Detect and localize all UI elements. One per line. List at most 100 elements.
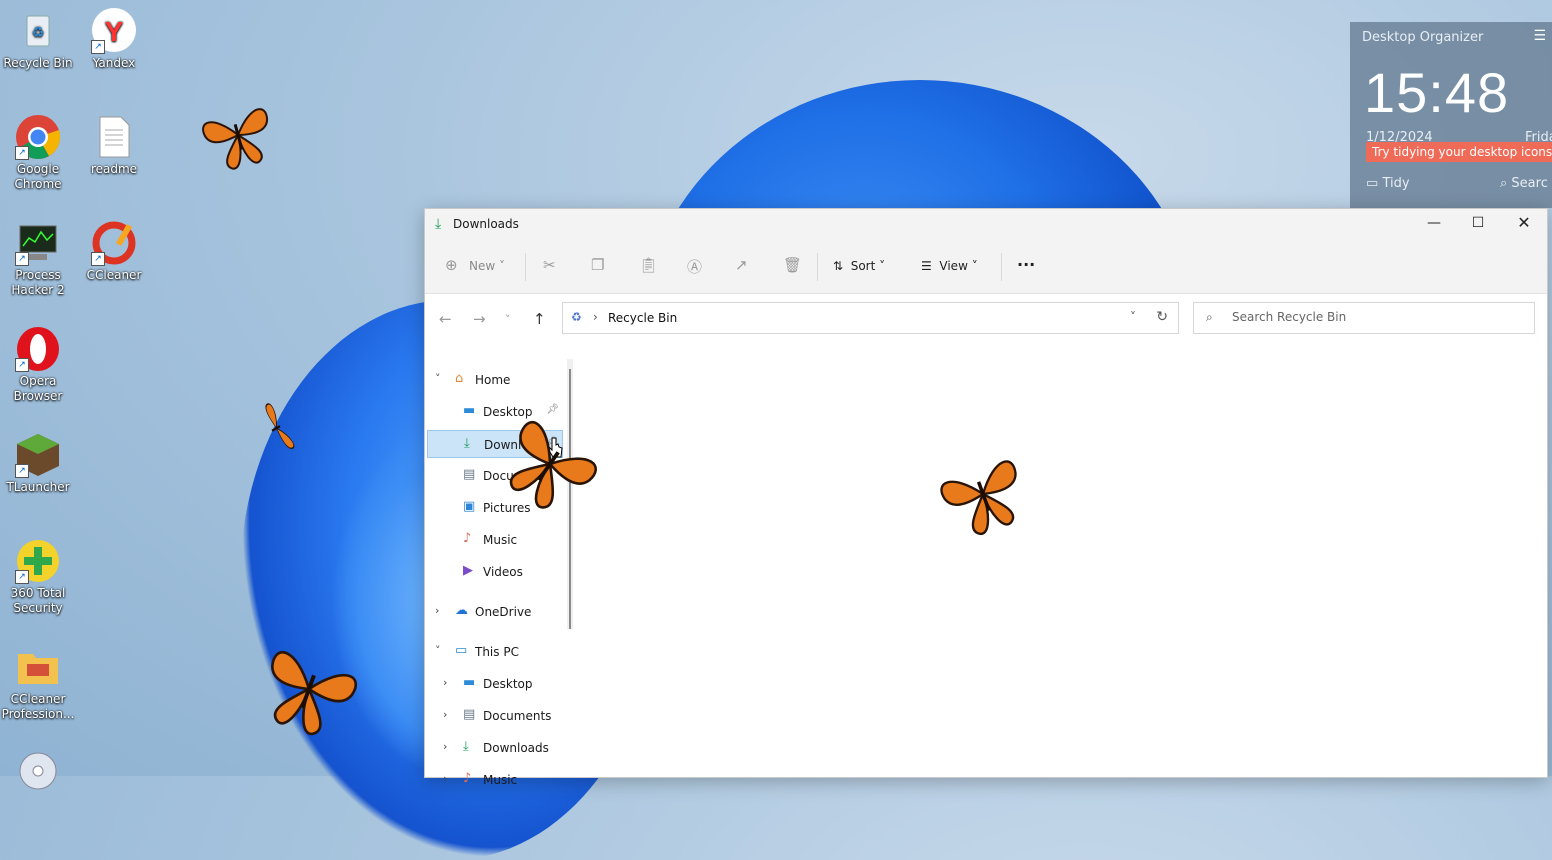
recycle-bin-icon: ♻ [571,310,582,324]
organizer-search-button[interactable]: ⌕ Searc [1500,176,1548,191]
yandex-icon: Y ↗ [91,8,137,54]
toolbar-divider [1001,253,1002,281]
close-button[interactable]: ✕ [1501,209,1547,239]
desktop-icon-ccleaner[interactable]: ↗ CCleaner [76,220,152,283]
desktop-icon-readme[interactable]: readme [76,114,152,177]
chevron-right-icon[interactable]: › [435,604,439,617]
more-options-button[interactable]: ··· [1017,255,1035,274]
butterfly-icon [940,460,1017,536]
desktop-icon-label: 360 Total Security [10,586,66,615]
desktop-icon-label: readme [90,162,138,176]
nav-item-pc-documents[interactable]: › ▤ Documents [427,702,563,730]
text-file-icon [91,114,137,160]
maximize-button[interactable]: ☐ [1455,209,1501,239]
tlauncher-icon: ↗ [15,432,61,478]
command-bar: ⊕ New ˅ ✂ ❐ 📋︎ Ⓐ ↗ 🗑︎ ⇅ Sort ˅ ☰ View ˅ … [425,239,1547,294]
ccleaner-icon: ↗ [91,220,137,266]
paste-icon[interactable]: 📋︎ [639,256,658,274]
desktop-icon-recycle-bin[interactable]: ♻ Recycle Bin [0,8,76,71]
desktop-icon-360[interactable]: ↗ 360 Total Security [0,538,76,616]
nav-item-label: Music [483,773,518,787]
search-box[interactable]: ⌕ [1193,302,1535,334]
search-input[interactable] [1230,309,1524,325]
download-icon: ⤓ [435,216,442,232]
chevron-right-icon[interactable]: › [443,676,447,689]
svg-text:Y: Y [105,16,124,47]
nav-item-onedrive[interactable]: › ☁ OneDrive [427,598,563,626]
chevron-right-icon[interactable]: › [443,772,447,785]
nav-item-music[interactable]: ♪ Music [427,526,563,554]
desktop-icon-label: Yandex [92,56,136,70]
360-security-icon: ↗ [15,538,61,584]
organizer-tidy-button[interactable]: ▭ Tidy [1366,176,1410,191]
breadcrumb-recycle-bin[interactable]: Recycle Bin [608,311,677,325]
desktop-organizer-widget[interactable]: Desktop Organizer ☰ 15:48 1/12/2024 Frid… [1350,22,1552,208]
forward-arrow-icon[interactable]: → [473,310,486,328]
desktop-icon-label: TLauncher [6,480,70,494]
home-icon: ⌂ [455,371,464,386]
file-list-area[interactable] [581,344,1547,777]
title-bar[interactable]: ⤓ Downloads — ☐ ✕ [425,209,1547,239]
nav-item-this-pc[interactable]: ˅ ▭ This PC [427,638,563,666]
chevron-right-icon[interactable]: › [443,708,447,721]
desktop-icon-label: Opera Browser [13,374,63,403]
back-arrow-icon[interactable]: ← [439,310,452,328]
chrome-icon: ↗ [15,114,61,160]
nav-item-videos[interactable]: ▶ Videos [427,558,563,586]
desktop-icon-ccleaner-pro[interactable]: CCleaner Profession... [0,644,76,722]
desktop-icon-label: CCleaner Profession... [1,692,75,721]
document-icon: ▤ [463,467,476,482]
desktop-icon-process-hacker[interactable]: ↗ Process Hacker 2 [0,220,76,298]
search-icon: ⌕ [1206,310,1213,324]
nav-item-home[interactable]: ˅ ⌂ Home [427,366,563,394]
nav-item-label: Home [475,373,511,387]
hamburger-menu-icon[interactable]: ☰ [1533,28,1546,44]
share-icon[interactable]: ↗ [735,256,748,274]
refresh-icon[interactable]: ↻ [1156,309,1168,325]
desktop-icon-yandex[interactable]: Y ↗ Yandex [76,8,152,71]
nav-item-pc-downloads[interactable]: › ⤓ Downloads [427,734,563,762]
chevron-down-icon[interactable]: ˅ [435,372,441,385]
toolbar-divider [817,253,818,281]
nav-item-pc-music[interactable]: › ♪ Music [427,766,563,794]
organizer-tip-banner[interactable]: Try tidying your desktop icons [1366,142,1552,162]
copy-icon[interactable]: ❐ [591,256,604,274]
music-icon: ♪ [463,771,472,786]
nav-item-pc-desktop[interactable]: › ▬ Desktop [427,670,563,698]
cut-icon[interactable]: ✂ [543,256,556,274]
up-arrow-icon[interactable]: ↑ [533,310,546,328]
desktop-icon-label: Process Hacker 2 [11,268,65,297]
pictures-icon: ▣ [463,499,476,514]
chevron-down-icon[interactable]: ˅ [1130,310,1136,324]
document-icon: ▤ [463,707,476,722]
view-button[interactable]: ☰ View ˅ [921,259,978,273]
svg-text:♻: ♻ [32,25,45,41]
rename-icon[interactable]: Ⓐ [687,256,702,277]
nav-item-label: Desktop [483,677,533,691]
desktop-icon-opera[interactable]: ↗ Opera Browser [0,326,76,404]
address-bar[interactable]: ♻ › Recycle Bin ˅ ↻ [562,302,1179,334]
sort-icon: ⇅ [833,259,844,273]
chevron-down-icon[interactable]: ˅ [435,644,441,657]
recent-chevron-icon[interactable]: ˅ [505,313,511,326]
toolbar-divider [525,253,526,281]
disc-icon [15,748,61,794]
videos-icon: ▶ [463,563,473,578]
minimize-button[interactable]: — [1411,209,1457,239]
desktop-icon-chrome[interactable]: ↗ Google Chrome [0,114,76,192]
navigation-pane: ˅ ⌂ Home ▬ Desktop 📌︎ ⤓ Downloads 📌︎ ▤ D… [425,344,565,787]
new-button[interactable]: New ˅ [469,259,505,273]
desktop-icon-partial[interactable] [0,748,76,796]
desktop-icon-tlauncher[interactable]: ↗ TLauncher [0,432,76,495]
pin-icon: 📌︎ [546,404,559,415]
search-icon: ⌕ [1500,176,1508,191]
delete-icon[interactable]: 🗑︎ [783,256,802,274]
nav-item-label: OneDrive [475,605,532,619]
butterfly-icon [265,403,295,450]
computer-icon: ▭ [455,643,468,658]
nav-item-label: Documents [483,709,552,723]
organizer-title: Desktop Organizer [1362,30,1484,45]
new-icon: ⊕ [445,256,458,274]
chevron-right-icon[interactable]: › [443,740,447,753]
sort-button[interactable]: ⇅ Sort ˅ [833,259,885,273]
